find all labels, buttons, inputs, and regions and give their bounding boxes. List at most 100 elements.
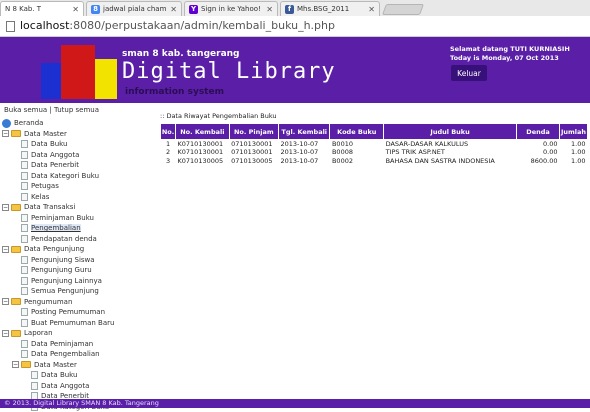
browser-tab-library[interactable]: N 8 Kab. T ✕ xyxy=(0,1,84,16)
table-cell: 8600.00 xyxy=(517,157,560,166)
tab-title: N 8 Kab. T xyxy=(5,5,69,13)
sidebar-item[interactable]: Data Anggota xyxy=(2,381,150,392)
sidebar-item[interactable]: Data Pengembalian xyxy=(2,349,150,360)
column-header[interactable]: No. Pinjam xyxy=(229,124,278,140)
sidebar-item[interactable]: Pengunjung Siswa xyxy=(2,255,150,266)
collapse-toggle-icon[interactable]: − xyxy=(2,246,9,253)
sidebar-item[interactable]: Data Buku xyxy=(2,139,150,150)
url-host: localhost xyxy=(20,19,69,32)
browser-tab-jadwal[interactable]: 8 jadwal piala champion asia 2 ✕ xyxy=(86,1,182,16)
document-icon xyxy=(21,277,28,285)
welcome-user: Selamat datang TUTI KURNIASIH xyxy=(450,45,570,54)
sidebar-item[interactable]: Data Penerbit xyxy=(2,160,150,171)
sidebar-item[interactable]: Data Kategori Buku xyxy=(2,171,150,182)
close-icon[interactable]: ✕ xyxy=(368,5,375,14)
document-icon xyxy=(21,256,28,264)
sidebar-item-label: Pengembalian xyxy=(31,224,81,232)
sidebar-item[interactable]: Buat Pemumuman Baru xyxy=(2,318,150,329)
url-path: :8080/perpustakaan/admin/kembali_buku_h.… xyxy=(69,19,335,32)
site-title: Digital Library xyxy=(122,59,336,84)
sidebar-item[interactable]: −Data Pengunjung xyxy=(2,244,150,255)
sidebar-item[interactable]: Pengunjung Guru xyxy=(2,265,150,276)
folder-icon xyxy=(11,298,21,305)
sidebar-item[interactable]: Semua Pengunjung xyxy=(2,286,150,297)
address-bar[interactable]: localhost:8080/perpustakaan/admin/kembal… xyxy=(0,16,590,37)
sidebar-item[interactable]: Data Peminjaman xyxy=(2,339,150,350)
collapse-toggle-icon[interactable]: − xyxy=(12,361,19,368)
table-row[interactable]: 1K071013000107101300012013-10-07B0010DAS… xyxy=(161,140,588,149)
folder-icon xyxy=(11,330,21,337)
collapse-toggle-icon[interactable]: − xyxy=(2,130,9,137)
document-icon xyxy=(21,151,28,159)
sidebar-item-label: Pengumuman xyxy=(24,298,72,306)
sidebar-item[interactable]: Peminjaman Buku xyxy=(2,213,150,224)
sidebar-item[interactable]: Pengunjung Lainnya xyxy=(2,276,150,287)
table-row[interactable]: 2K071013000107101300012013-10-07B0008TIP… xyxy=(161,148,588,157)
sidebar-item[interactable]: Beranda xyxy=(2,118,150,129)
column-header[interactable]: Denda xyxy=(517,124,560,140)
table-cell: 0.00 xyxy=(517,140,560,149)
collapse-toggle-icon[interactable]: − xyxy=(2,330,9,337)
table-cell: K0710130001 xyxy=(176,148,230,157)
expand-collapse-links[interactable]: Buka semua | Tutup semua xyxy=(4,106,99,114)
column-header[interactable]: Judul Buku xyxy=(384,124,517,140)
collapse-toggle-icon[interactable]: − xyxy=(2,204,9,211)
sidebar-item[interactable]: Data Buku xyxy=(2,370,150,381)
column-header[interactable]: No. Kembali xyxy=(176,124,230,140)
sidebar-item-label: Kelas xyxy=(31,193,49,201)
table-row[interactable]: 3K071013000507101300052013-10-07B0002BAH… xyxy=(161,157,588,166)
sidebar-item-label: Data Master xyxy=(24,130,67,138)
close-icon[interactable]: ✕ xyxy=(72,5,79,14)
folder-icon xyxy=(11,246,21,253)
new-tab-button[interactable] xyxy=(382,4,424,15)
table-cell: 0.00 xyxy=(517,148,560,157)
sidebar-item[interactable]: Data Anggota xyxy=(2,150,150,161)
page-icon xyxy=(6,21,15,32)
nav-tree: Beranda−Data MasterData BukuData Anggota… xyxy=(2,118,150,412)
google-icon: 8 xyxy=(91,5,100,14)
logout-button[interactable]: Keluar xyxy=(451,65,487,81)
site-subtitle: information system xyxy=(125,87,224,97)
facebook-icon: f xyxy=(285,5,294,14)
main-content: :: Data Riwayat Pengembalian Buku No.No.… xyxy=(160,112,590,165)
sidebar-item[interactable]: − Data Transaksi xyxy=(2,202,150,213)
column-header[interactable]: Tgl. Kembali xyxy=(278,124,329,140)
document-icon xyxy=(21,319,28,327)
sidebar-item-label: Data Anggota xyxy=(31,151,79,159)
column-header[interactable]: No. xyxy=(161,124,176,140)
sidebar-item[interactable]: Posting Pemumuman xyxy=(2,307,150,318)
return-history-table: No.No. KembaliNo. PinjamTgl. KembaliKode… xyxy=(160,123,588,165)
document-icon xyxy=(31,382,38,390)
column-header[interactable]: Kode Buku xyxy=(330,124,384,140)
document-icon xyxy=(21,224,28,232)
tab-title: jadwal piala champion asia 2 xyxy=(103,5,167,13)
sidebar-item[interactable]: −Data Master xyxy=(2,360,150,371)
close-icon[interactable]: ✕ xyxy=(266,5,273,14)
sidebar-item[interactable]: Pengembalian xyxy=(2,223,150,234)
sidebar-item[interactable]: −Laporan xyxy=(2,328,150,339)
sidebar-item[interactable]: − Data Master xyxy=(2,129,150,140)
sidebar-item[interactable]: − Pengumuman xyxy=(2,297,150,308)
table-cell: 0710130005 xyxy=(229,157,278,166)
table-cell: 1.00 xyxy=(560,140,588,149)
sidebar-item-label: Beranda xyxy=(14,119,43,127)
url-text[interactable]: localhost:8080/perpustakaan/admin/kembal… xyxy=(20,19,335,32)
page-title: :: Data Riwayat Pengembalian Buku xyxy=(160,112,590,120)
browser-tab-yahoo[interactable]: Y Sign in ke Yahoo! ✕ xyxy=(184,1,278,16)
sidebar-item-label: Peminjaman Buku xyxy=(31,214,94,222)
sidebar-item[interactable]: Pendapatan denda xyxy=(2,234,150,245)
document-icon xyxy=(21,214,28,222)
table-cell: K0710130005 xyxy=(176,157,230,166)
sidebar-item[interactable]: Kelas xyxy=(2,192,150,203)
sidebar-item-label: Pengunjung Siswa xyxy=(31,256,95,264)
close-icon[interactable]: ✕ xyxy=(170,5,177,14)
folder-icon xyxy=(11,204,21,211)
sidebar-item[interactable]: Petugas xyxy=(2,181,150,192)
collapse-toggle-icon[interactable]: − xyxy=(2,298,9,305)
browser-tab-facebook[interactable]: f Mhs.BSG_2011 ✕ xyxy=(280,1,380,16)
sidebar-item-label: Pengunjung Guru xyxy=(31,266,92,274)
sidebar-item-label: Data Transaksi xyxy=(24,203,75,211)
column-header[interactable]: Jumlah xyxy=(560,124,588,140)
table-cell: 1.00 xyxy=(560,148,588,157)
sidebar-item-label: Data Penerbit xyxy=(31,161,79,169)
